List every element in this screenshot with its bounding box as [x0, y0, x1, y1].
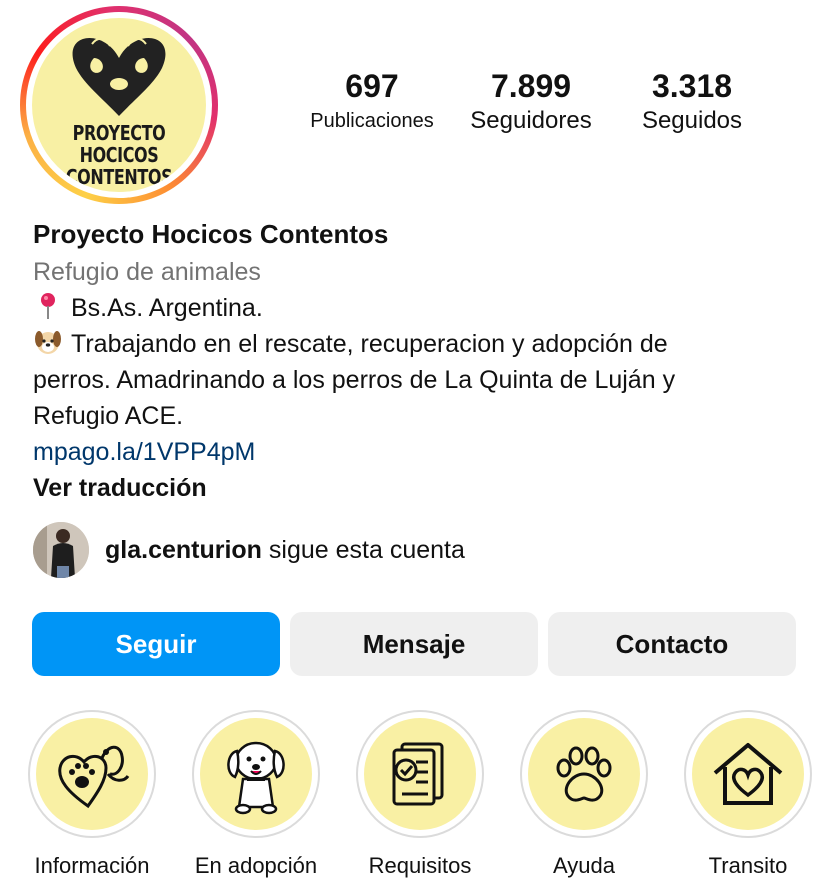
stat-posts-label: Publicaciones: [310, 110, 434, 132]
highlight-ring[interactable]: [192, 710, 320, 838]
highlight-transito[interactable]: Transito: [666, 710, 828, 880]
highlight-label: Información: [34, 853, 150, 878]
logo-text-line-2: HOCICOS: [79, 143, 159, 167]
bio-description-3: Refugio ACE.: [33, 402, 184, 430]
highlight-ayuda[interactable]: Ayuda: [502, 710, 666, 880]
bio-description-2: perros. Amadrinando a los perros de La Q…: [33, 366, 676, 394]
stat-followers-label: Seguidores: [470, 107, 592, 134]
bio-link[interactable]: mpago.la/1VPP4pM: [33, 434, 813, 470]
stat-followers-value: 7.899: [490, 68, 572, 104]
highlight-en-adopcion[interactable]: En adopción: [174, 710, 338, 880]
logo-text-line-3: CONTENTOS: [65, 165, 173, 189]
highlight-label: En adopción: [194, 853, 318, 878]
pushpin-icon: [41, 293, 55, 319]
message-button[interactable]: Mensaje: [290, 612, 538, 676]
paw-icon: [556, 746, 612, 802]
highlight-ring[interactable]: [356, 710, 484, 838]
person-photo-icon: [33, 522, 89, 578]
see-translation-button[interactable]: Ver traducción: [33, 470, 813, 506]
logo-text-line-1: PROYECTO: [72, 121, 166, 145]
highlight-ring[interactable]: [28, 710, 156, 838]
stat-following-label: Seguidos: [641, 107, 743, 134]
profile-avatar[interactable]: PROYECTO HOCICOS CONTENTOS: [20, 6, 218, 204]
followed-by-suffix: sigue esta cuenta: [261, 535, 465, 564]
avatar-border: PROYECTO HOCICOS CONTENTOS: [26, 12, 212, 198]
checklist-icon: [392, 742, 444, 806]
highlight-ring[interactable]: [684, 710, 812, 838]
bio-description-line-1: Trabajando en el rescate, recuperacion y…: [33, 326, 813, 362]
puppy-icon: [227, 741, 285, 815]
follow-button[interactable]: Seguir: [32, 612, 280, 676]
stat-following[interactable]: 3.318 Seguidos: [620, 66, 764, 136]
highlight-ring[interactable]: [520, 710, 648, 838]
highlight-label: Requisitos: [368, 853, 472, 878]
highlight-label: Ayuda: [553, 853, 615, 878]
follower-username[interactable]: gla.centurion: [105, 536, 262, 564]
stat-following-value: 3.318: [651, 68, 733, 104]
dog-face-icon: [35, 331, 61, 354]
logo-image: PROYECTO HOCICOS CONTENTOS: [32, 18, 206, 192]
bio-location: Bs.As. Argentina.: [71, 294, 263, 322]
followed-by[interactable]: gla.centurion sigue esta cuenta: [33, 520, 465, 580]
story-highlights: Información En adopción Requisitos Ayuda…: [0, 710, 828, 893]
house-heart-icon: [713, 743, 783, 805]
bio-description-1: Trabajando en el rescate, recuperacion y…: [71, 330, 668, 358]
highlight-requisitos[interactable]: Requisitos: [338, 710, 502, 880]
highlight-label: Transito: [708, 853, 788, 878]
profile-actions: Seguir Mensaje Contacto: [32, 612, 796, 676]
profile-category: Refugio de animales: [33, 258, 261, 286]
follower-avatar[interactable]: [33, 522, 89, 578]
stat-followers[interactable]: 7.899 Seguidores: [456, 66, 606, 136]
highlight-informacion[interactable]: Información: [10, 710, 174, 880]
bio-location-line: Bs.As. Argentina.: [33, 290, 813, 326]
profile-name: Proyecto Hocicos Contentos: [33, 219, 389, 249]
profile-stats: 697 Publicaciones 7.899 Seguidores 3.318…: [290, 66, 770, 146]
paw-heart-icon: [58, 745, 130, 809]
followed-by-text: gla.centurion sigue esta cuenta: [105, 536, 465, 565]
stat-posts[interactable]: 697 Publicaciones: [300, 66, 444, 136]
profile-bio: Proyecto Hocicos Contentos Refugio de an…: [33, 214, 813, 506]
contact-button[interactable]: Contacto: [548, 612, 796, 676]
stat-posts-value: 697: [345, 68, 399, 104]
